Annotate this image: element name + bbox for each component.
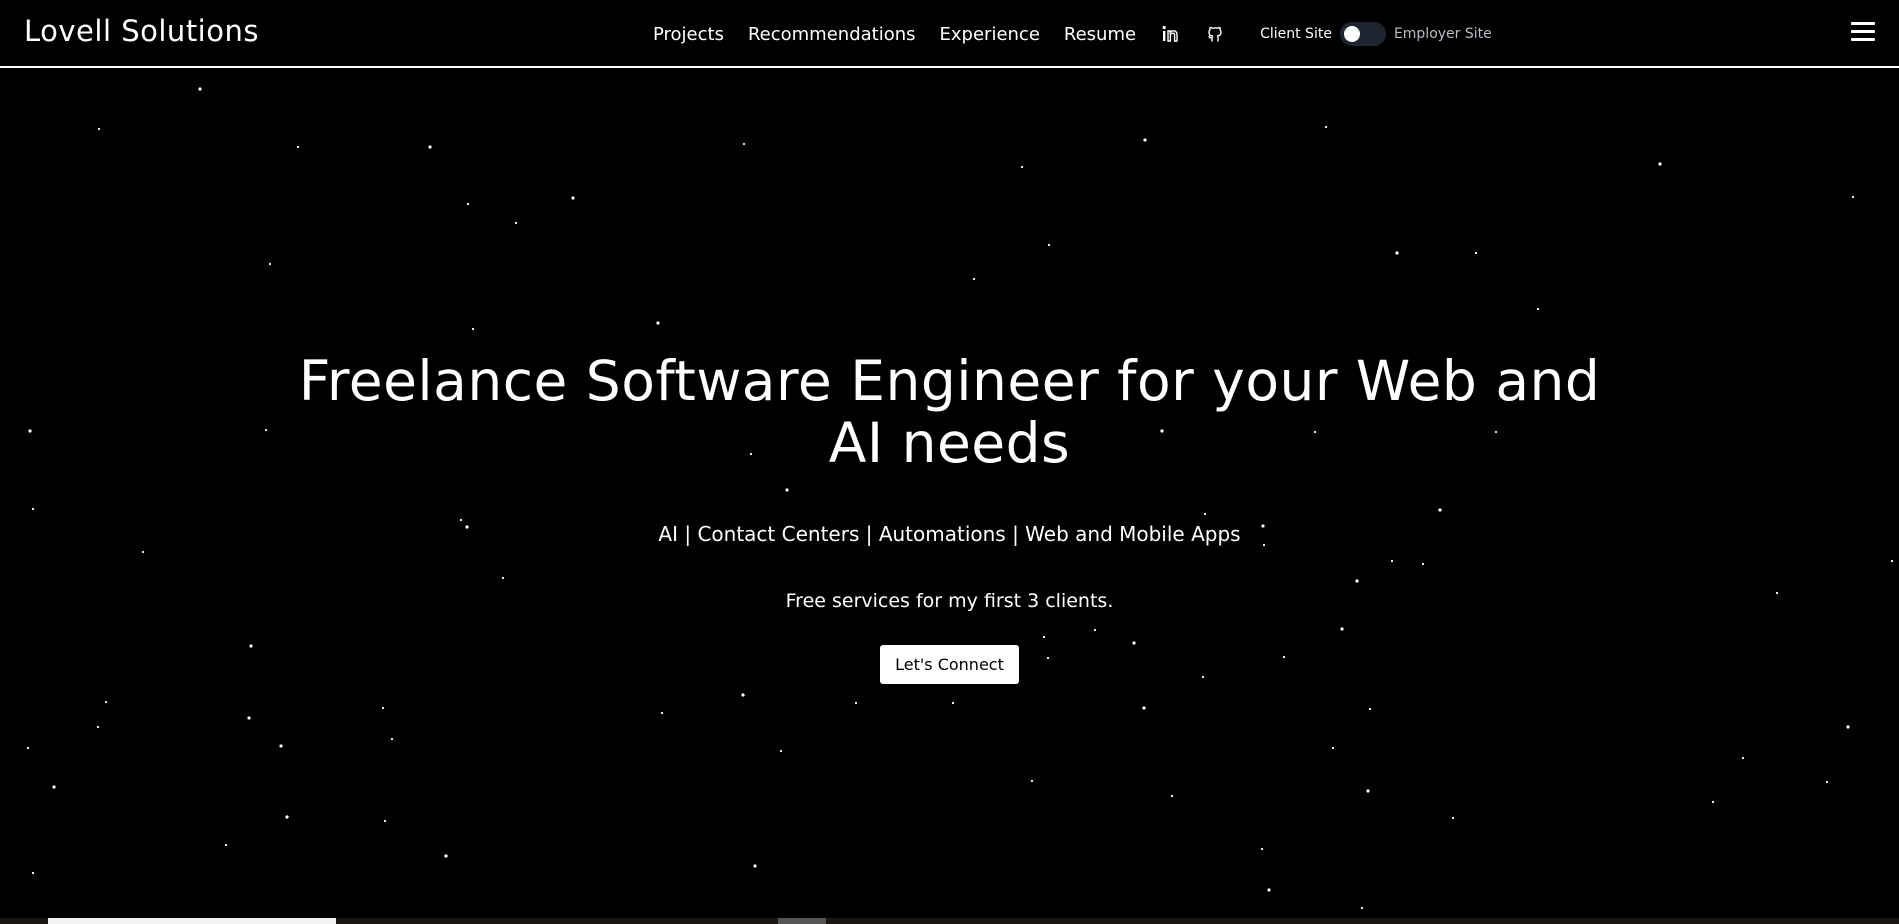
- page: Lovell Solutions Projects Recommendation…: [0, 0, 1899, 924]
- star: [1658, 162, 1662, 166]
- star: [97, 127, 101, 131]
- star: [741, 693, 745, 697]
- star: [428, 145, 432, 149]
- star: [1395, 251, 1399, 255]
- star: [296, 145, 300, 149]
- star: [972, 277, 976, 281]
- hero-title: Freelance Software Engineer for your Web…: [298, 349, 1601, 475]
- star: [1368, 707, 1372, 711]
- star: [1170, 794, 1174, 798]
- star: [1851, 195, 1855, 199]
- star: [383, 819, 387, 823]
- star: [381, 706, 385, 710]
- site-toggle-switch[interactable]: [1339, 22, 1386, 46]
- star: [753, 864, 757, 868]
- star: [571, 196, 575, 200]
- star: [224, 843, 228, 847]
- menu-icon[interactable]: [1851, 22, 1875, 42]
- star: [268, 262, 272, 266]
- star: [951, 701, 955, 705]
- star: [285, 815, 289, 819]
- star: [466, 202, 470, 206]
- star: [1324, 125, 1328, 129]
- star: [104, 700, 108, 704]
- star: [1267, 888, 1271, 892]
- brand-logo-text[interactable]: Lovell Solutions: [24, 14, 259, 48]
- star: [1142, 706, 1146, 710]
- linkedin-icon[interactable]: [1160, 23, 1182, 45]
- nav-link-projects[interactable]: Projects: [653, 24, 724, 45]
- star: [514, 221, 518, 225]
- star: [1143, 138, 1147, 142]
- star: [279, 744, 283, 748]
- hero-subtitle: AI | Contact Centers | Automations | Web…: [658, 522, 1241, 546]
- star: [444, 854, 448, 858]
- star: [1331, 746, 1335, 750]
- star: [1741, 756, 1745, 760]
- github-icon[interactable]: [1204, 23, 1226, 45]
- star: [247, 716, 251, 720]
- star: [471, 327, 475, 331]
- toggle-label-client[interactable]: Client Site: [1260, 26, 1332, 42]
- site-header: Lovell Solutions Projects Recommendation…: [0, 0, 1899, 68]
- star: [1020, 165, 1024, 169]
- star: [1451, 816, 1455, 820]
- star: [198, 87, 202, 91]
- star: [1825, 780, 1829, 784]
- nav-link-resume[interactable]: Resume: [1064, 24, 1136, 45]
- star: [1030, 779, 1034, 783]
- star: [31, 871, 35, 875]
- star: [1360, 906, 1364, 910]
- site-toggle-group: Client Site Employer Site: [1260, 22, 1492, 46]
- star: [26, 746, 30, 750]
- toggle-knob: [1343, 26, 1360, 42]
- lets-connect-button[interactable]: Let's Connect: [880, 645, 1019, 684]
- star: [660, 711, 664, 715]
- star: [1474, 251, 1478, 255]
- main-nav: Projects Recommendations Experience Resu…: [653, 0, 1492, 68]
- star: [1366, 789, 1370, 793]
- hero-note: Free services for my first 3 clients.: [785, 590, 1114, 612]
- star: [52, 785, 56, 789]
- star: [1536, 307, 1540, 311]
- star: [390, 737, 394, 741]
- star: [96, 725, 100, 729]
- hero-section: Freelance Software Engineer for your Web…: [0, 350, 1899, 684]
- star: [1846, 725, 1850, 729]
- star: [742, 142, 746, 146]
- star: [779, 749, 783, 753]
- star: [1711, 800, 1715, 804]
- bottom-thumbnail: [778, 918, 826, 924]
- nav-link-recommendations[interactable]: Recommendations: [748, 24, 916, 45]
- star: [854, 701, 858, 705]
- bottom-thumbnail: [48, 918, 336, 924]
- nav-link-experience[interactable]: Experience: [940, 24, 1040, 45]
- star: [656, 321, 660, 325]
- star: [1260, 847, 1264, 851]
- star: [1047, 243, 1051, 247]
- toggle-label-employer[interactable]: Employer Site: [1394, 26, 1492, 42]
